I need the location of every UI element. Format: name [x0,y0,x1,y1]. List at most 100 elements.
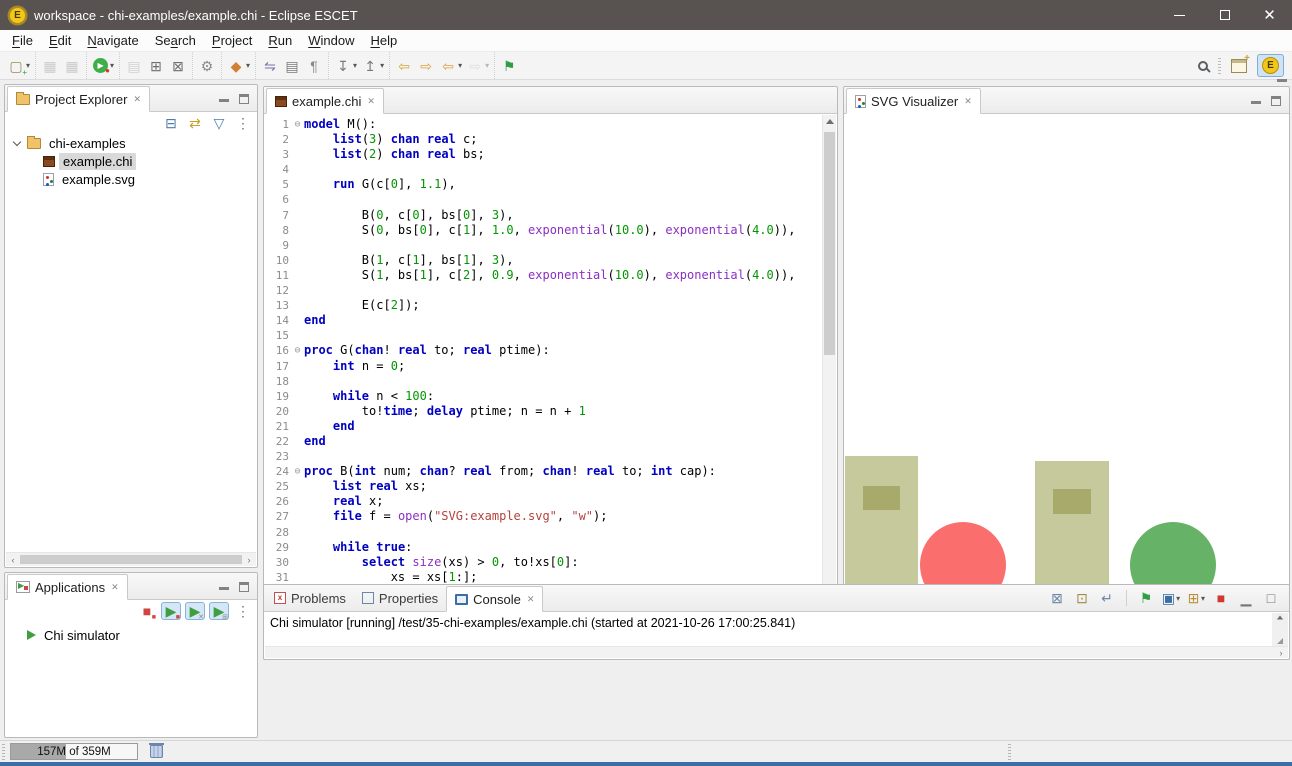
line-number[interactable]: 31 [265,570,291,585]
minimize-view-icon[interactable] [1251,99,1261,104]
line-number[interactable]: 6 [265,192,291,207]
tab-console[interactable]: Console✕ [446,586,543,612]
menu-navigate[interactable]: Navigate [79,31,146,50]
menu-help[interactable]: Help [362,31,405,50]
minimize-button[interactable] [1157,0,1202,30]
last-edit-back-button[interactable]: ⇦ [393,56,415,76]
console-output[interactable]: Chi simulator [running] /test/35-chi-exa… [265,613,1288,646]
display-console-button[interactable]: ▣▾ [1161,589,1181,607]
save-all-button[interactable]: ▦ [61,56,83,76]
line-number[interactable]: 4 [265,162,291,177]
auto-remove-toggle[interactable]: ▶✕ [185,602,205,620]
close-icon[interactable]: ✕ [110,582,119,593]
open-console-button[interactable]: ⊞▾ [1186,589,1206,607]
link-editor-button[interactable]: ⇄ [185,114,205,132]
statusbar-grip[interactable] [2,744,5,760]
tab-svg-visualizer[interactable]: SVG Visualizer ✕ [846,88,981,114]
prev-annotation-button[interactable]: ↥▾ [359,56,386,76]
line-number[interactable]: 28 [265,525,291,540]
line-number[interactable]: 25 [265,479,291,494]
dropdown-icon[interactable]: ▾ [110,61,114,70]
line-number[interactable]: 16 [265,343,291,358]
line-number[interactable]: 3 [265,147,291,162]
scrollbar-thumb[interactable] [824,132,835,355]
pin-console-button[interactable]: ⚑ [1136,589,1156,607]
line-number[interactable]: 7 [265,208,291,223]
maximize-view-icon[interactable] [239,94,249,104]
garbage-collect-icon[interactable] [150,745,163,758]
project-explorer-hscrollbar[interactable]: ‹ › [6,552,256,566]
minimize-view-icon[interactable] [219,97,229,102]
line-number[interactable]: 26 [265,494,291,509]
search-button[interactable] [1196,60,1210,72]
dropdown-icon[interactable]: ▾ [1176,594,1180,603]
maximize-button[interactable] [1202,0,1247,30]
line-number[interactable]: 5 [265,177,291,192]
menu-file[interactable]: File [4,31,41,50]
forward-nav-button[interactable]: ⇨▾ [464,56,491,76]
tree-item-example-chi[interactable]: example.chi [5,152,257,170]
fold-collapse-icon[interactable]: ⊖ [291,117,304,132]
statusbar-grip[interactable] [1008,744,1011,760]
line-number[interactable]: 30 [265,555,291,570]
line-number[interactable]: 18 [265,374,291,389]
auto-expand-toggle[interactable]: ▶⊞ [209,602,229,620]
tree-item-example-svg[interactable]: example.svg [5,170,257,188]
scrollbar-thumb[interactable] [20,555,242,564]
collapse-all-button[interactable]: ⊟ [161,114,181,132]
line-number[interactable]: 14 [265,313,291,328]
maximize-view-icon[interactable] [239,582,249,592]
menu-window[interactable]: Window [300,31,362,50]
clear-console-button[interactable]: ⊠ [1047,589,1067,607]
dropdown-icon[interactable]: ▾ [380,61,384,70]
back-nav-button[interactable]: ⇦▾ [437,56,464,76]
fold-collapse-icon[interactable]: ⊖ [291,343,304,358]
line-number[interactable]: 8 [265,223,291,238]
line-number[interactable]: 10 [265,253,291,268]
dropdown-icon[interactable]: ▾ [458,61,462,70]
new-launch-button[interactable]: ▤ [123,56,145,76]
launch-tool-button[interactable]: ◆▾ [225,56,252,76]
line-number[interactable]: 19 [265,389,291,404]
tree-item-chi-examples[interactable]: chi-examples [5,134,257,152]
console-hscrollbar[interactable]: › [265,646,1288,658]
close-icon[interactable]: ✕ [963,96,972,107]
console-maximize-button[interactable]: □ [1261,589,1281,607]
scroll-up-icon[interactable] [1277,616,1283,620]
line-number[interactable]: 11 [265,268,291,283]
filter-button[interactable]: ▽ [209,114,229,132]
line-number[interactable]: 22 [265,434,291,449]
compare-doc-button[interactable]: ⇋ [259,56,281,76]
expand-chevron-icon[interactable] [13,138,21,146]
close-icon[interactable]: ✕ [132,94,141,105]
scroll-up-icon[interactable] [826,119,834,124]
minimized-viewbar-icon[interactable] [1277,77,1287,82]
maximize-view-icon[interactable] [1271,96,1281,106]
build-button[interactable]: ⚙ [196,56,218,76]
open-perspective-button[interactable] [1229,58,1249,74]
line-number[interactable]: 15 [265,328,291,343]
close-icon[interactable]: ✕ [366,96,375,107]
line-number[interactable]: 27 [265,509,291,524]
editor-vscrollbar[interactable] [822,115,836,643]
scroll-right-icon[interactable]: › [1274,648,1288,658]
tab-project-explorer[interactable]: Project Explorer ✕ [7,86,150,112]
application-item[interactable]: Chi simulator [5,625,257,645]
line-number[interactable]: 9 [265,238,291,253]
tab-problems[interactable]: xProblems [266,585,354,611]
terminate-button[interactable]: ■ [1211,589,1231,607]
terminate-all-button[interactable]: ■■ [137,602,157,620]
tab-properties[interactable]: Properties [354,585,446,611]
code-editor[interactable]: 1⊖model M():2 list(3) chan real c;3 list… [265,115,822,643]
dropdown-icon[interactable]: ▾ [485,61,489,70]
dropdown-icon[interactable]: ▾ [246,61,250,70]
dropdown-icon[interactable]: ▾ [1201,594,1205,603]
pin-editor-button[interactable]: ⚑ [498,56,520,76]
line-number[interactable]: 20 [265,404,291,419]
line-number[interactable]: 24 [265,464,291,479]
resize-corner-icon[interactable] [1277,638,1283,644]
run-button[interactable]: ▶●▾ [90,56,116,75]
close-box-button[interactable]: ⊠ [167,56,189,76]
escet-perspective-button[interactable]: E [1257,54,1284,77]
auto-terminate-toggle[interactable]: ▶■ [161,602,181,620]
